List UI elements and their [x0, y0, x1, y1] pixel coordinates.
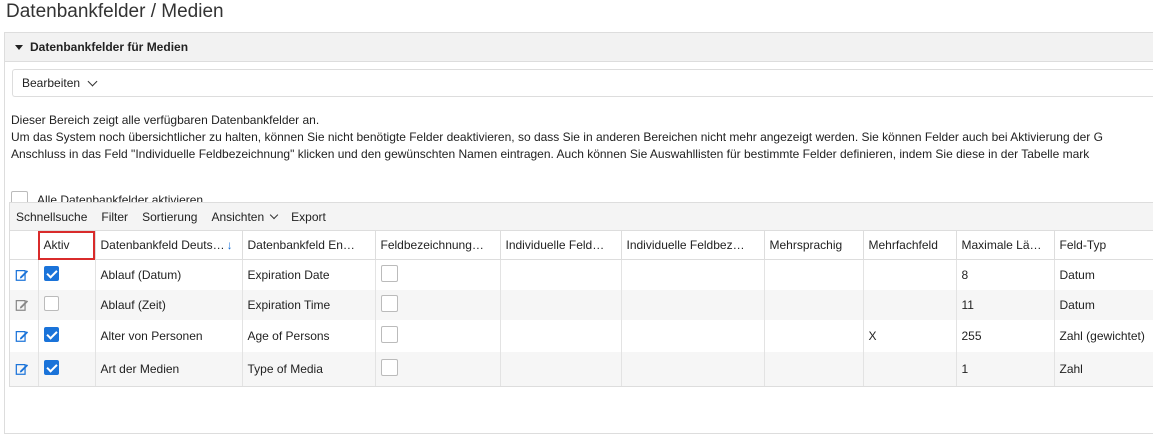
col-header-feld-typ[interactable]: Feld-Typ	[1054, 231, 1153, 260]
description-line: Anschluss in das Feld "Individuelle Feld…	[11, 147, 1090, 161]
page-title: Datenbankfelder / Medien	[6, 1, 224, 22]
fields-grid: Schnellsuche Filter Sortierung Ansichten…	[9, 202, 1153, 387]
mehrsprachig-cell	[764, 352, 864, 386]
mehrsprachig-cell	[764, 290, 864, 320]
mehrsprachig-cell	[764, 259, 864, 290]
individuelle-feldbez-cell[interactable]	[621, 320, 765, 352]
views-button[interactable]: Ansichten	[211, 210, 264, 224]
grid-toolbar: Schnellsuche Filter Sortierung Ansichten…	[10, 203, 1153, 231]
maxlen-cell: 8	[956, 259, 1055, 290]
description-line: Dieser Bereich zeigt alle verfügbaren Da…	[11, 113, 320, 127]
individuelle-feld-cell[interactable]	[500, 320, 622, 352]
col-header-feld-de-label: Datenbankfeld Deuts…	[100, 238, 225, 252]
edit-menu-button[interactable]: Bearbeiten	[12, 69, 1153, 97]
individuelle-feldbez-cell[interactable]	[621, 290, 765, 320]
feldbezeichnung-checkbox[interactable]	[380, 265, 398, 282]
col-header-mehrfachfeld[interactable]: Mehrfachfeld	[863, 231, 957, 260]
maxlen-cell: 1	[956, 352, 1055, 386]
feld-de-cell: Ablauf (Datum)	[95, 259, 243, 290]
col-header-individuelle-feldbez[interactable]: Individuelle Feldbez…	[621, 231, 765, 260]
col-header-mehrsprachig[interactable]: Mehrsprachig	[764, 231, 864, 260]
col-header-feld-de[interactable]: Datenbankfeld Deuts… ↓	[95, 231, 243, 260]
pencil-edit-icon[interactable]	[15, 298, 29, 312]
feld-en-cell: Type of Media	[242, 352, 376, 386]
aktiv-checkbox[interactable]	[43, 360, 59, 375]
individuelle-feldbez-cell[interactable]	[621, 352, 765, 386]
fields-table: Aktiv Datenbankfeld Deuts… ↓ Datenbankfel…	[10, 231, 1153, 386]
table-row[interactable]: Ablauf (Datum) Expiration Date 8 Datum	[10, 259, 1153, 290]
sort-down-icon: ↓	[226, 238, 233, 252]
pencil-edit-icon[interactable]	[15, 268, 29, 282]
sort-button[interactable]: Sortierung	[142, 210, 197, 224]
feld-typ-cell: Datum	[1054, 290, 1153, 320]
description-line: Um das System noch übersichtlicher zu ha…	[11, 130, 1103, 144]
maxlen-cell: 255	[956, 320, 1055, 352]
individuelle-feld-cell[interactable]	[500, 352, 622, 386]
feld-typ-cell: Datum	[1054, 259, 1153, 290]
aktiv-cell[interactable]	[38, 352, 96, 386]
feld-de-cell: Alter von Personen	[95, 320, 243, 352]
aktiv-cell[interactable]	[38, 290, 96, 320]
mehrfachfeld-cell: X	[863, 320, 957, 352]
table-row[interactable]: Ablauf (Zeit) Expiration Time 11 Datum	[10, 290, 1153, 320]
feldbezeichnung-checkbox[interactable]	[380, 359, 398, 376]
individuelle-feld-cell[interactable]	[500, 259, 622, 290]
edit-cell[interactable]	[10, 290, 39, 320]
col-header-edit	[10, 231, 39, 260]
feldbezeichnung-cell[interactable]	[375, 320, 501, 352]
feld-de-cell: Art der Medien	[95, 352, 243, 386]
filter-button[interactable]: Filter	[101, 210, 128, 224]
col-header-feld-en[interactable]: Datenbankfeld En…	[242, 231, 376, 260]
feldbezeichnung-checkbox[interactable]	[380, 295, 398, 312]
table-row[interactable]: Art der Medien Type of Media 1 Zahl	[10, 352, 1153, 386]
individuelle-feld-cell[interactable]	[500, 290, 622, 320]
chevron-down-icon[interactable]	[269, 210, 279, 219]
edit-cell[interactable]	[10, 352, 39, 386]
edit-cell[interactable]	[10, 320, 39, 352]
chevron-down-icon	[87, 76, 98, 86]
pencil-edit-icon[interactable]	[15, 362, 29, 376]
description: Dieser Bereich zeigt alle verfügbaren Da…	[11, 112, 1103, 163]
col-header-maxlen[interactable]: Maximale Lä…	[956, 231, 1055, 260]
edit-cell[interactable]	[10, 259, 39, 290]
mehrsprachig-cell	[764, 320, 864, 352]
quicksearch-button[interactable]: Schnellsuche	[16, 210, 87, 224]
col-header-individuelle-feld[interactable]: Individuelle Feld…	[500, 231, 622, 260]
aktiv-checkbox[interactable]	[43, 266, 59, 281]
feld-typ-cell: Zahl	[1054, 352, 1153, 386]
maxlen-cell: 11	[956, 290, 1055, 320]
col-header-aktiv[interactable]: Aktiv	[38, 231, 96, 260]
panel-header[interactable]: Datenbankfelder für Medien	[5, 33, 1153, 62]
feld-en-cell: Expiration Time	[242, 290, 376, 320]
panel-title: Datenbankfelder für Medien	[30, 40, 189, 54]
feld-typ-cell: Zahl (gewichtet)	[1054, 320, 1153, 352]
feld-en-cell: Expiration Date	[242, 259, 376, 290]
aktiv-cell[interactable]	[38, 259, 96, 290]
aktiv-cell[interactable]	[38, 320, 96, 352]
export-button[interactable]: Export	[291, 210, 326, 224]
caret-down-icon[interactable]	[15, 44, 23, 50]
aktiv-checkbox[interactable]	[43, 327, 59, 342]
table-row[interactable]: Alter von Personen Age of Persons X 255 Zahl…	[10, 320, 1153, 352]
mehrfachfeld-cell	[863, 290, 957, 320]
feldbezeichnung-cell[interactable]	[375, 290, 501, 320]
aktiv-checkbox[interactable]	[43, 296, 59, 311]
feldbezeichnung-checkbox[interactable]	[380, 326, 398, 343]
mehrfachfeld-cell	[863, 259, 957, 290]
feldbezeichnung-cell[interactable]	[375, 259, 501, 290]
individuelle-feldbez-cell[interactable]	[621, 259, 765, 290]
feld-de-cell: Ablauf (Zeit)	[95, 290, 243, 320]
pencil-edit-icon[interactable]	[15, 329, 29, 343]
edit-menu-label: Bearbeiten	[22, 76, 81, 90]
mehrfachfeld-cell	[863, 352, 957, 386]
col-header-feldbezeichnung[interactable]: Feldbezeichnung…	[375, 231, 501, 260]
feldbezeichnung-cell[interactable]	[375, 352, 501, 386]
feld-en-cell: Age of Persons	[242, 320, 376, 352]
table-header-row: Aktiv Datenbankfeld Deuts… ↓ Datenbankfel…	[10, 231, 1153, 260]
